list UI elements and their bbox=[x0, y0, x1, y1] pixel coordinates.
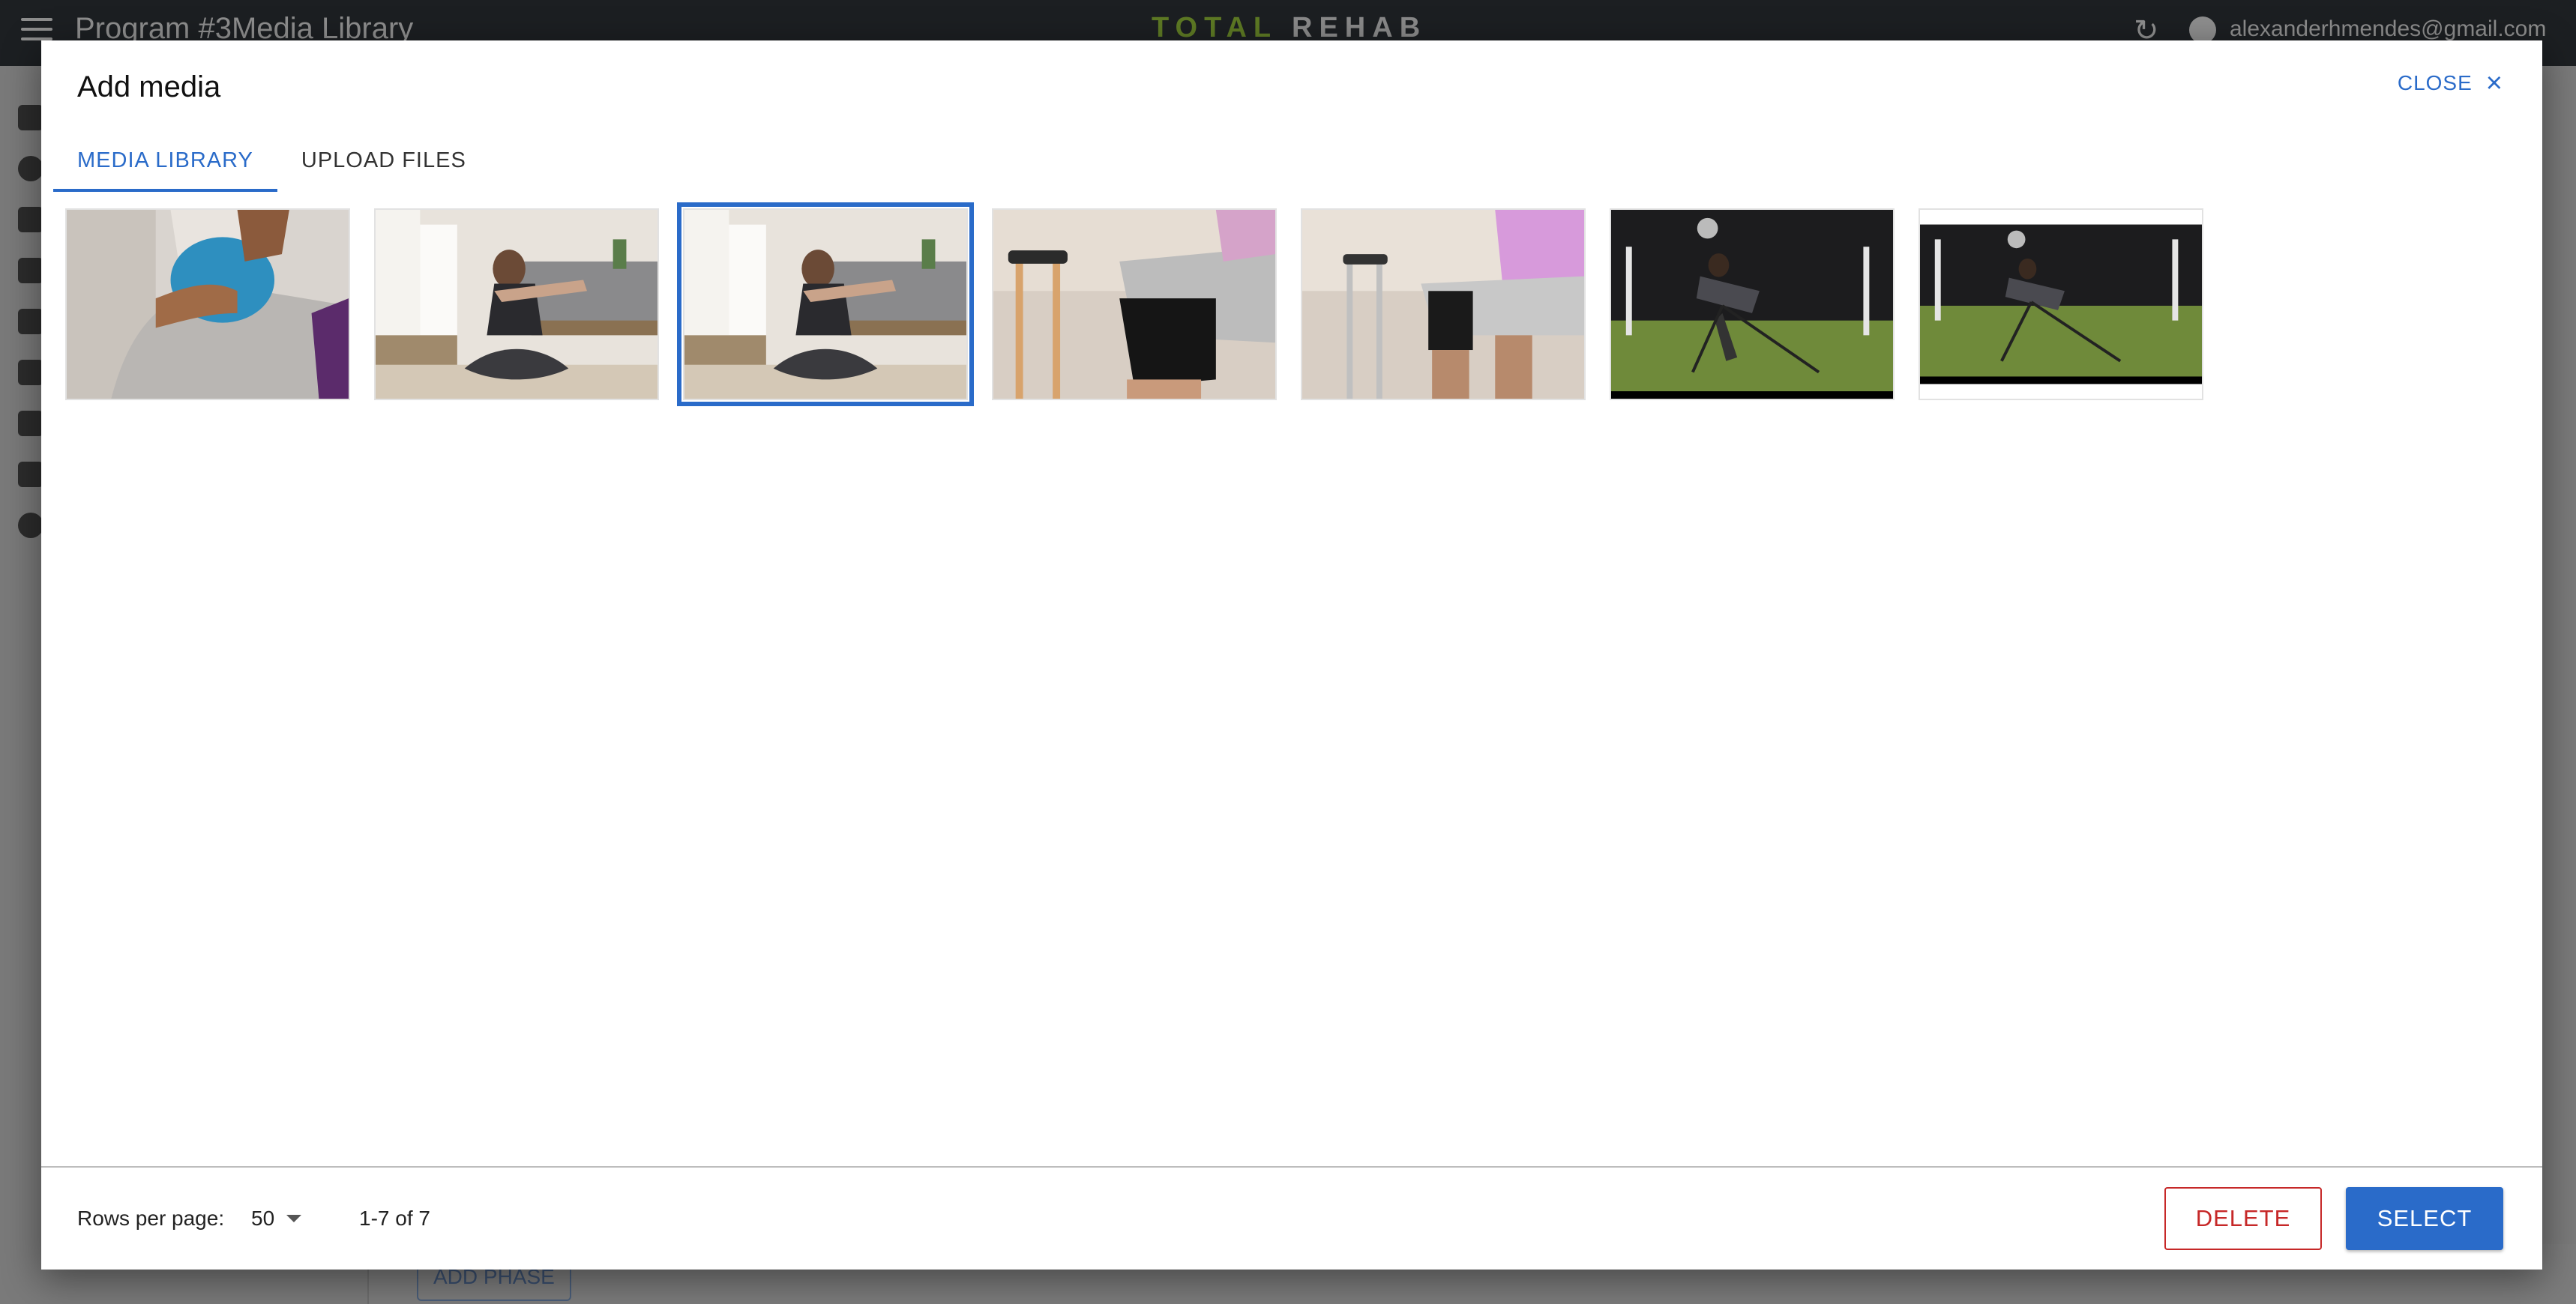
chevron-down-icon bbox=[286, 1215, 302, 1222]
select-button[interactable]: SELECT bbox=[2346, 1187, 2503, 1250]
close-button[interactable]: CLOSE × bbox=[2398, 69, 2503, 97]
rows-per-page-label: Rows per page: bbox=[77, 1207, 225, 1230]
add-media-dialog: Add media CLOSE × MEDIA LIBRARY UPLOAD F… bbox=[41, 40, 2542, 1270]
media-thumbnail[interactable] bbox=[65, 208, 350, 400]
dialog-title: Add media bbox=[77, 70, 221, 103]
brand-logo: TOTAL REHAB bbox=[1152, 12, 1427, 44]
brand-second: REHAB bbox=[1292, 12, 1427, 43]
sidebar-item-icon[interactable] bbox=[18, 207, 43, 232]
user-email: alexanderhmendes@gmail.com bbox=[2230, 16, 2547, 41]
sidebar-item-icon[interactable] bbox=[18, 411, 43, 436]
sidebar-item-icon[interactable] bbox=[18, 360, 43, 385]
sidebar-item-icon[interactable] bbox=[18, 462, 43, 487]
sidebar-item-icon[interactable] bbox=[18, 258, 43, 283]
media-thumbnail[interactable] bbox=[992, 208, 1277, 400]
close-icon: × bbox=[2485, 67, 2503, 99]
rows-per-page-value: 50 bbox=[251, 1207, 275, 1230]
rows-per-page-select[interactable]: 50 bbox=[251, 1207, 302, 1231]
tab-media-library[interactable]: MEDIA LIBRARY bbox=[53, 133, 277, 192]
sidebar-item-icon[interactable] bbox=[18, 309, 43, 334]
media-thumbnail[interactable] bbox=[1610, 208, 1895, 400]
menu-icon[interactable] bbox=[21, 18, 52, 42]
media-thumbnail[interactable] bbox=[374, 208, 659, 400]
pagination-range: 1-7 of 7 bbox=[359, 1207, 430, 1230]
tab-upload-files[interactable]: UPLOAD FILES bbox=[277, 133, 490, 187]
sidebar-item-icon[interactable] bbox=[18, 156, 43, 181]
sidebar bbox=[0, 66, 43, 1304]
footer-divider bbox=[41, 1166, 2542, 1168]
media-grid bbox=[65, 202, 2203, 406]
delete-button[interactable]: DELETE bbox=[2164, 1187, 2322, 1250]
brand-first: TOTAL bbox=[1152, 12, 1278, 43]
account-icon[interactable] bbox=[2189, 16, 2216, 43]
media-thumbnail[interactable] bbox=[1301, 208, 1586, 400]
media-thumbnail[interactable] bbox=[1919, 208, 2203, 400]
close-label: CLOSE bbox=[2397, 71, 2473, 94]
sidebar-item-icon[interactable] bbox=[18, 105, 43, 130]
tab-bar: MEDIA LIBRARY UPLOAD FILES bbox=[53, 133, 490, 192]
sidebar-item-icon[interactable] bbox=[18, 513, 43, 538]
media-thumbnail-selected[interactable] bbox=[677, 202, 974, 406]
